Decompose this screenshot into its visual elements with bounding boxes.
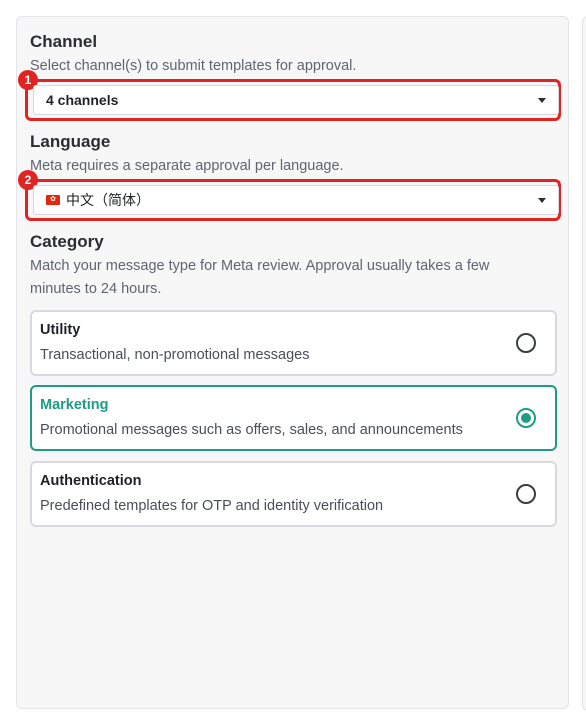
category-title: Category — [30, 232, 104, 251]
radio-button[interactable] — [516, 333, 536, 353]
chevron-down-icon — [538, 97, 546, 103]
category-option-authentication[interactable]: Authentication Predefined templates for … — [30, 461, 557, 527]
template-settings-panel: Channel Select channel(s) to submit temp… — [16, 16, 569, 709]
category-option-utility[interactable]: Utility Transactional, non-promotional m… — [30, 310, 557, 376]
channel-select[interactable]: 4 channels — [33, 85, 559, 115]
flag-icon: ✿ — [46, 195, 60, 205]
radio-button[interactable] — [516, 484, 536, 504]
category-option-marketing[interactable]: Marketing Promotional messages such as o… — [30, 385, 557, 451]
category-option-description: Promotional messages such as offers, sal… — [40, 422, 463, 438]
language-description: Meta requires a separate approval per la… — [30, 158, 344, 174]
channel-highlight-box: 1 4 channels — [18, 70, 561, 121]
radio-button-checked[interactable] — [516, 408, 536, 428]
language-select[interactable]: ✿ 中文（简体） — [33, 185, 559, 215]
category-option-description: Transactional, non-promotional messages — [40, 347, 310, 363]
channel-description: Select channel(s) to submit templates fo… — [30, 58, 357, 74]
chevron-down-icon — [538, 197, 546, 203]
category-option-title: Authentication — [40, 473, 142, 489]
language-select-value: 中文（简体） — [66, 192, 150, 208]
adjacent-panel-edge — [582, 16, 586, 711]
channel-title: Channel — [30, 32, 98, 51]
channel-select-value: 4 channels — [46, 92, 119, 108]
category-option-title: Marketing — [40, 397, 109, 413]
category-option-description: Predefined templates for OTP and identit… — [40, 498, 384, 514]
language-highlight-box: 2 ✿ 中文（简体） — [18, 170, 561, 221]
category-option-title: Utility — [40, 322, 81, 338]
language-title: Language — [30, 132, 111, 151]
category-description-line2: minutes to 24 hours. — [30, 281, 162, 297]
category-description-line1: Match your message type for Meta review.… — [30, 258, 490, 274]
